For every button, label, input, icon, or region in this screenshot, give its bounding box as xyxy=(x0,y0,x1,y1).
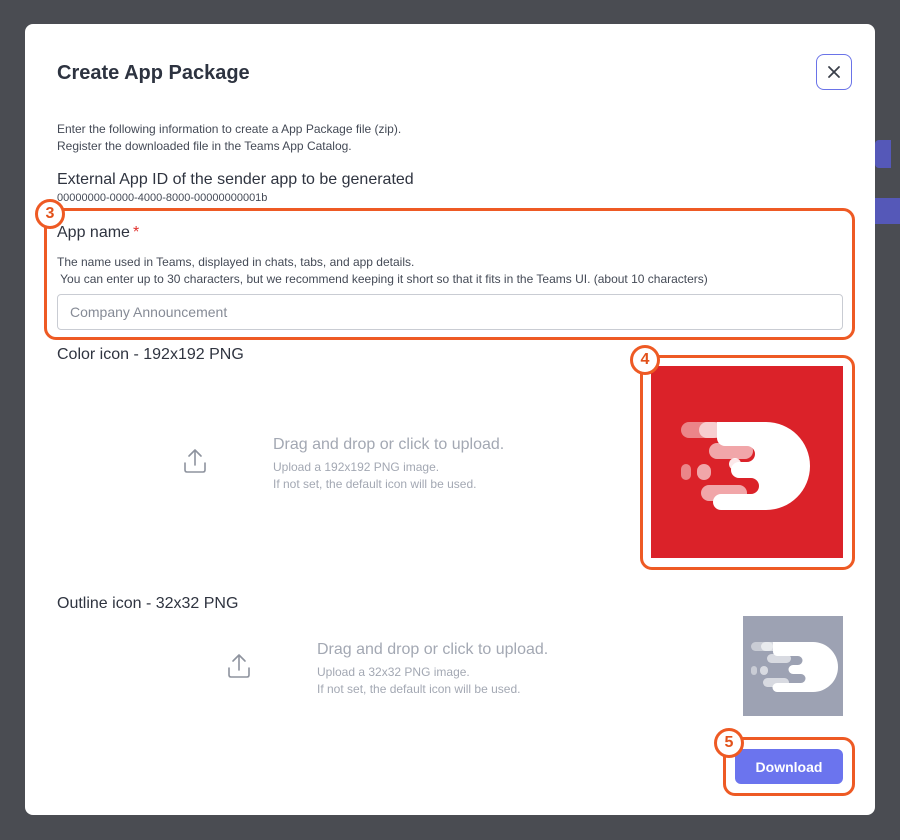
external-app-id-value: 00000000-0000-4000-8000-00000000001b xyxy=(57,192,268,204)
app-name-label: App name * xyxy=(57,224,140,241)
app-name-description: The name used in Teams, displayed in cha… xyxy=(57,255,708,286)
upload-hint-text: Upload a 32x32 PNG image. If not set, th… xyxy=(317,665,521,696)
app-logo-icon xyxy=(681,422,810,510)
required-mark: * xyxy=(132,224,140,241)
upload-main-text: Drag and drop or click to upload. xyxy=(273,436,505,453)
callout-badge-4: 4 xyxy=(630,345,660,375)
intro-text: Enter the following information to creat… xyxy=(57,122,402,153)
color-icon-label: Color icon - 192x192 PNG xyxy=(57,346,244,363)
app-name-input[interactable] xyxy=(57,294,843,330)
background-page-element xyxy=(875,198,900,224)
background-page-element xyxy=(875,140,891,168)
outline-icon-upload-area[interactable]: Drag and drop or click to upload. Upload… xyxy=(57,616,729,716)
outline-icon-preview xyxy=(743,616,843,716)
color-icon-preview xyxy=(651,366,843,558)
callout-badge-3: 3 xyxy=(35,199,65,229)
download-button[interactable]: Download xyxy=(735,749,843,784)
upload-main-text: Drag and drop or click to upload. xyxy=(317,641,549,658)
app-logo-icon xyxy=(751,642,838,692)
callout-badge-5: 5 xyxy=(714,728,744,758)
upload-icon xyxy=(184,449,206,473)
external-app-id-label: External App ID of the sender app to be … xyxy=(57,171,414,188)
dialog-title: Create App Package xyxy=(57,62,250,84)
close-button[interactable] xyxy=(816,54,852,90)
color-icon-upload-area[interactable]: Drag and drop or click to upload. Upload… xyxy=(57,366,637,558)
create-app-package-dialog: Create App Package Enter the following i… xyxy=(25,24,875,815)
outline-icon-label: Outline icon - 32x32 PNG xyxy=(57,595,239,612)
upload-icon xyxy=(228,654,250,678)
close-icon xyxy=(828,66,840,78)
upload-hint-text: Upload a 192x192 PNG image. If not set, … xyxy=(273,460,477,491)
